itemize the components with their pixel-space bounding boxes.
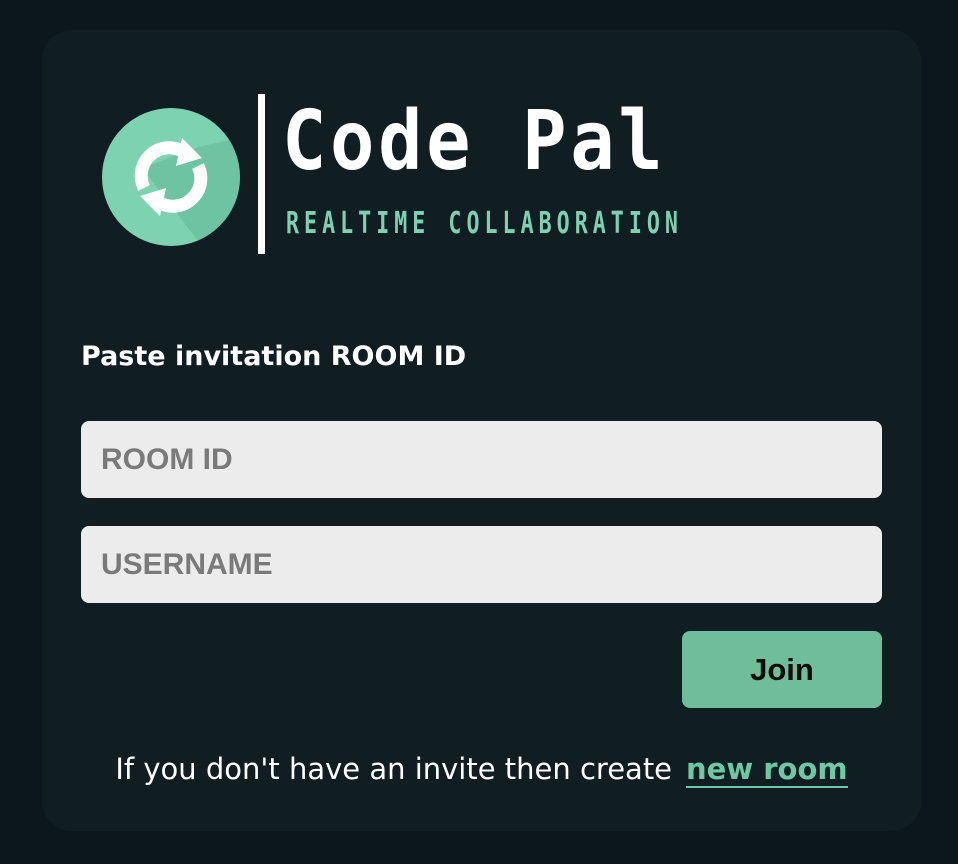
logo-divider (258, 94, 265, 254)
room-id-label: Paste invitation ROOM ID (81, 341, 467, 372)
join-button[interactable]: Join (682, 631, 882, 708)
logo-subtitle: RealTime Collaboration (286, 206, 683, 241)
footer-text: If you don't have an invite then create (115, 752, 673, 786)
new-room-link[interactable]: new room (686, 752, 848, 788)
room-id-input[interactable] (81, 421, 882, 498)
username-input[interactable] (81, 526, 882, 603)
join-card: Code Pal RealTime Collaboration Paste in… (42, 30, 921, 831)
code-pal-logo: Code Pal RealTime Collaboration (102, 94, 842, 254)
logo-title: Code Pal (282, 94, 667, 189)
refresh-icon (102, 108, 240, 246)
footer-text-row: If you don't have an invite then create n… (42, 752, 921, 788)
